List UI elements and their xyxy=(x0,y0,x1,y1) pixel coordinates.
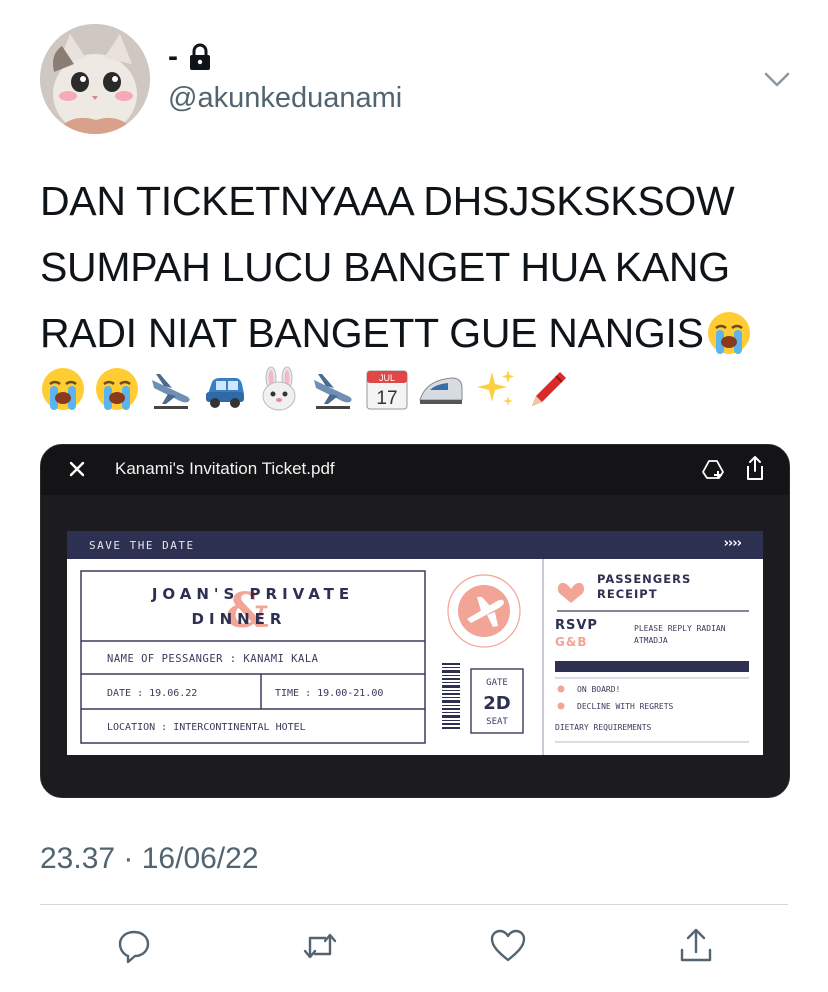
rsvp-label: RSVP xyxy=(555,618,598,633)
display-name-row[interactable]: - xyxy=(168,40,212,74)
ticket-graphic: & JOAN'S PRIVATE DINNER NAME OF PESSANGE… xyxy=(80,559,749,755)
heart-icon xyxy=(557,582,585,603)
band-arrows: ›››› xyxy=(723,536,742,551)
gate-label: GATE xyxy=(486,678,508,688)
barcode xyxy=(442,663,460,729)
media-attachment[interactable]: Kanami's Invitation Ticket.pdf SAVE THE … xyxy=(40,444,790,798)
retweet-icon[interactable] xyxy=(300,926,340,966)
plane-stamp-icon xyxy=(447,574,521,648)
calendar-icon: JUL 17 xyxy=(366,370,408,410)
receipt-title-line1: PASSENGERS xyxy=(597,572,691,586)
add-to-drive-icon[interactable] xyxy=(701,457,725,481)
loudly-crying-face-icon xyxy=(96,368,138,410)
tweet-timestamp[interactable]: 23.37 · 16/06/22 xyxy=(40,842,259,876)
option-dot xyxy=(557,702,565,710)
save-the-date-label: SAVE THE DATE xyxy=(89,539,195,552)
sparkles-icon xyxy=(477,370,514,406)
tweet-line: DAN TICKETNYAAA DHSJSKSKSOW xyxy=(40,178,735,224)
high-speed-train-icon xyxy=(419,377,463,404)
like-icon[interactable] xyxy=(488,926,528,966)
reply-line2: ATMADJA xyxy=(634,636,668,645)
display-name[interactable]: - xyxy=(168,40,178,74)
emoji-row: JUL 17 xyxy=(40,362,572,416)
share-icon[interactable] xyxy=(676,926,716,966)
option-on-board: ON BOARD! xyxy=(577,685,620,694)
ticket-title-line1: JOAN'S PRIVATE xyxy=(151,585,354,603)
chevron-down-icon[interactable] xyxy=(762,64,792,94)
pdf-file-name: Kanami's Invitation Ticket.pdf xyxy=(115,459,335,478)
option-decline: DECLINE WITH REGRETS xyxy=(577,702,674,711)
user-handle[interactable]: @akunkeduanami xyxy=(168,82,402,115)
ticket-location: LOCATION : INTERCONTINENTAL HOTEL xyxy=(107,722,306,733)
rabbit-face-icon xyxy=(262,366,296,411)
share-icon[interactable] xyxy=(743,455,767,481)
tweet-text: DAN TICKETNYAAA DHSJSKSKSOW SUMPAH LUCU … xyxy=(40,168,800,366)
ticket-header-band: SAVE THE DATE ›››› xyxy=(67,531,763,559)
crayon-icon xyxy=(532,372,566,406)
gate-value: 2D xyxy=(483,693,510,714)
tweet-line: SUMPAH LUCU BANGET HUA KANG xyxy=(40,244,730,290)
tweet-actions xyxy=(0,926,828,970)
reply-line1: PLEASE REPLY RADIAN xyxy=(634,624,726,633)
airplane-arriving-icon xyxy=(152,374,190,409)
seat-label: SEAT xyxy=(486,717,508,727)
ticket-time: TIME : 19.00-21.00 xyxy=(275,688,383,699)
initials: G&B xyxy=(555,635,587,649)
option-dot xyxy=(557,685,565,693)
loudly-crying-face-icon xyxy=(42,368,84,410)
ticket-title-line2: DINNER xyxy=(192,610,287,628)
close-icon[interactable] xyxy=(65,457,89,481)
car-icon xyxy=(206,378,244,408)
avatar[interactable] xyxy=(40,24,150,134)
ticket-date: DATE : 19.06.22 xyxy=(107,688,197,699)
lock-icon xyxy=(190,43,210,70)
cat-avatar-icon xyxy=(40,24,150,134)
reply-icon[interactable] xyxy=(114,926,154,966)
calendar-day: 17 xyxy=(376,388,397,409)
tweet-line: RADI NIAT BANGETT GUE NANGIS xyxy=(40,310,704,356)
loudly-crying-face-icon xyxy=(707,312,750,354)
passenger-name: NAME OF PESSANGER : KANAMI KALA xyxy=(107,653,319,665)
divider xyxy=(40,904,788,905)
invitation-ticket: & JOAN'S PRIVATE DINNER NAME OF PESSANGE… xyxy=(67,559,763,755)
receipt-title-line2: RECEIPT xyxy=(597,587,658,601)
receipt-bar xyxy=(555,661,749,672)
dietary-requirements: DIETARY REQUIREMENTS xyxy=(555,723,652,732)
calendar-month: JUL xyxy=(379,373,395,383)
airplane-arriving-icon xyxy=(314,374,352,409)
